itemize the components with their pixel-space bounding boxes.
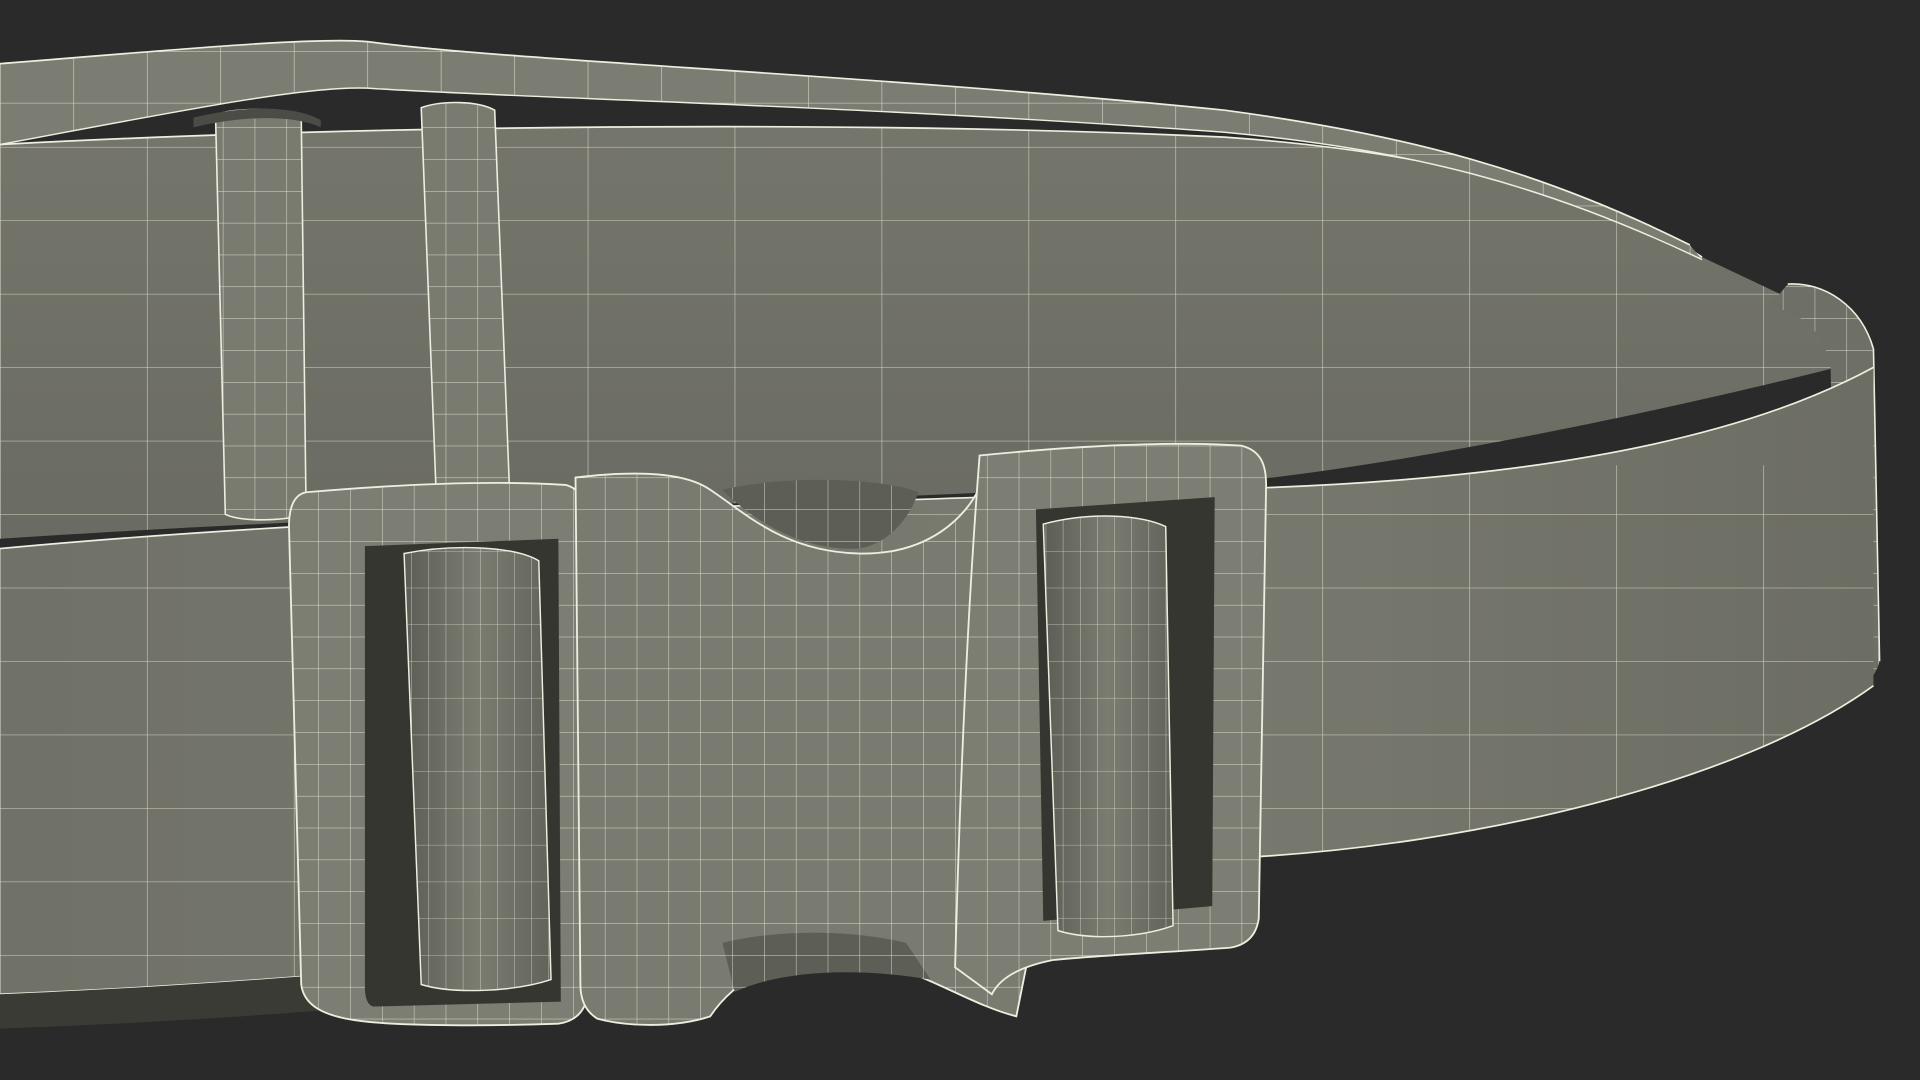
wireframe-render [0,39,1881,1029]
buckle-left-frame [288,482,589,1027]
viewport [0,0,1920,1080]
buckle-right-frame [954,442,1268,996]
keeper-loop-right [420,101,511,494]
